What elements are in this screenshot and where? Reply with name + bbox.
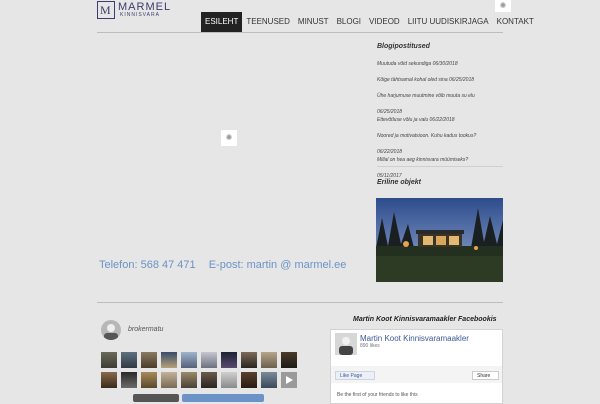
blog-entry[interactable]: Kõige tähtsamal kohal oled sina 06/25/20… xyxy=(377,76,502,84)
nav-item-esileht[interactable]: ESILEHT xyxy=(201,12,243,32)
blog-divider xyxy=(377,166,503,167)
loading-spinner-icon: ✺ xyxy=(495,0,511,12)
contact-email[interactable]: E-post: martin @ marmel.ee xyxy=(209,259,347,271)
blog-entry-date: 06/22/2018 xyxy=(377,149,403,155)
logo-subtitle: KINNISVARA xyxy=(120,12,160,18)
instagram-photo[interactable] xyxy=(121,372,137,388)
blog-entry[interactable]: Millal on hea aeg kinnisvara müümiseks? xyxy=(377,156,502,164)
instagram-photo[interactable] xyxy=(101,372,117,388)
instagram-grid xyxy=(101,352,297,388)
instagram-photo[interactable] xyxy=(201,352,217,368)
blog-entry[interactable]: Ühe harjumuse muutmine võib muuta su elu xyxy=(377,92,502,100)
header-divider xyxy=(97,32,503,33)
nav-item-blogi[interactable]: BLOGI xyxy=(333,12,365,32)
instagram-photo[interactable] xyxy=(181,372,197,388)
instagram-photo[interactable] xyxy=(161,352,177,368)
facebook-like-count: 890 likes xyxy=(360,343,380,349)
instagram-avatar[interactable] xyxy=(101,320,121,340)
instagram-photo[interactable] xyxy=(241,352,257,368)
instagram-photo[interactable] xyxy=(121,352,137,368)
facebook-like-label: Like Page xyxy=(340,373,363,379)
section-divider xyxy=(97,302,503,303)
contact-phone[interactable]: Telefon: 568 47 471 xyxy=(99,259,196,271)
nav-item-kontakt[interactable]: KONTAKT xyxy=(493,12,538,32)
slider-loading-icon: ✺ xyxy=(221,130,237,146)
instagram-load-more-button[interactable] xyxy=(133,394,179,402)
instagram-photo[interactable] xyxy=(141,352,157,368)
instagram-photo[interactable] xyxy=(101,352,117,368)
contact-line: Telefon: 568 47 471 E-post: martin @ mar… xyxy=(99,259,356,271)
facebook-like-button[interactable]: Like Page xyxy=(335,371,375,380)
blog-entry[interactable]: Ettevõtluse võlu ja valu 06/22/2018 xyxy=(377,116,502,124)
facebook-page-avatar[interactable] xyxy=(335,333,357,355)
nav-item-newsletter[interactable]: LIITU UUDISKIRJAGA xyxy=(404,12,493,32)
logo-mark: M xyxy=(97,1,115,19)
facebook-share-button[interactable]: Share xyxy=(472,371,499,380)
instagram-photo[interactable] xyxy=(161,372,177,388)
blog-entry[interactable]: Noored ja motivatsioon. Kuhu kadus tooku… xyxy=(377,132,502,140)
logo[interactable]: M MARMEL KINNISVARA xyxy=(97,1,170,19)
main-nav: ESILEHT TEENUSED MINUST BLOGI VIDEOD LII… xyxy=(201,12,538,32)
instagram-photo[interactable] xyxy=(141,372,157,388)
blog-heading: Blogipostitused xyxy=(377,43,430,50)
instagram-follow-button[interactable] xyxy=(182,394,264,402)
facebook-share-label: Share xyxy=(477,373,491,379)
instagram-photo[interactable] xyxy=(261,352,277,368)
featured-property-image[interactable] xyxy=(376,198,503,282)
instagram-photo[interactable] xyxy=(201,372,217,388)
facebook-page-name[interactable]: Martin Koot Kinnisvaramaakler xyxy=(360,334,469,343)
instagram-photo[interactable] xyxy=(261,372,277,388)
nav-item-minust[interactable]: MINUST xyxy=(294,12,333,32)
blog-entry[interactable]: Muutuda võid sekundiga 06/30/2018 xyxy=(377,60,502,68)
blog-entry-date: 06/25/2018 xyxy=(377,109,403,115)
instagram-photo[interactable] xyxy=(241,372,257,388)
nav-item-teenused[interactable]: TEENUSED xyxy=(242,12,294,32)
featured-heading: Eriline objekt xyxy=(377,179,421,186)
instagram-photo[interactable] xyxy=(221,372,237,388)
instagram-photo[interactable] xyxy=(181,352,197,368)
instagram-username[interactable]: brokermatu xyxy=(128,326,163,333)
nav-item-videod[interactable]: VIDEOD xyxy=(365,12,404,32)
instagram-photo[interactable] xyxy=(221,352,237,368)
facebook-friends-text: Be the first of your friends to like thi… xyxy=(337,392,418,398)
instagram-video-icon[interactable] xyxy=(281,372,297,388)
facebook-heading: Martin Koot Kinnisvaramaakler Facebookis xyxy=(353,316,497,323)
blog-list: Muutuda võid sekundiga 06/30/2018 Kõige … xyxy=(377,60,502,180)
instagram-photo[interactable] xyxy=(281,352,297,368)
